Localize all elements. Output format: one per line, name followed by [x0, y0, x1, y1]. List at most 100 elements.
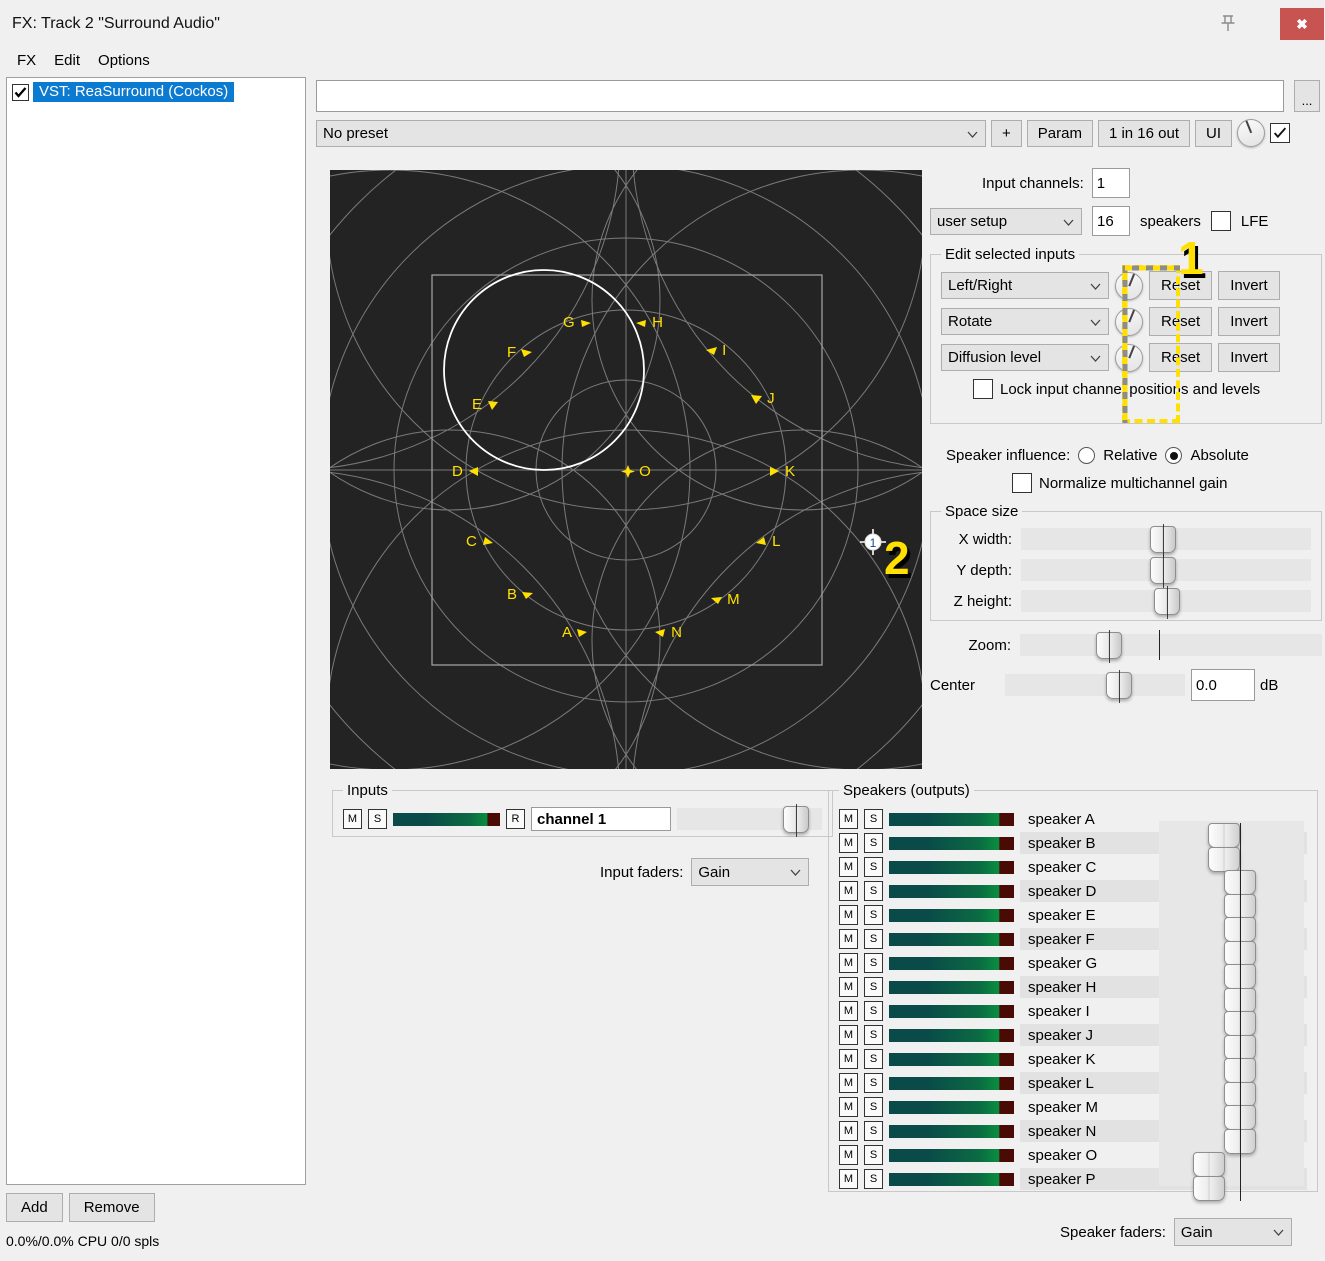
- speaker-solo-button[interactable]: S: [864, 953, 883, 973]
- menu-fx[interactable]: FX: [8, 50, 45, 71]
- speaker-solo-button[interactable]: S: [864, 833, 883, 853]
- speaker-mute-button[interactable]: M: [839, 905, 858, 925]
- panner-input-marker[interactable]: 1: [864, 533, 883, 552]
- input-mute-button[interactable]: M: [343, 809, 362, 829]
- param-button[interactable]: Param: [1027, 120, 1093, 147]
- input-channels-input[interactable]: 1: [1092, 168, 1130, 198]
- speaker-marker-I[interactable]: I: [705, 343, 726, 358]
- speaker-mute-button[interactable]: M: [839, 1169, 858, 1189]
- speaker-solo-button[interactable]: S: [864, 1049, 883, 1069]
- speaker-solo-button[interactable]: S: [864, 1073, 883, 1093]
- speaker-faders-column[interactable]: [1159, 821, 1304, 1186]
- leftright-param-dropdown[interactable]: Left/Right: [941, 272, 1109, 299]
- normalize-gain-checkbox[interactable]: [1012, 473, 1032, 493]
- input-gain-slider[interactable]: [677, 808, 822, 830]
- speaker-marker-F[interactable]: F: [507, 345, 533, 360]
- speaker-marker-M[interactable]: M: [710, 592, 740, 607]
- speaker-solo-button[interactable]: S: [864, 1025, 883, 1045]
- bypass-checkbox[interactable]: [1270, 123, 1290, 143]
- influence-relative-radio[interactable]: [1078, 447, 1095, 464]
- rotate-param-dropdown[interactable]: Rotate: [941, 308, 1109, 335]
- speaker-solo-button[interactable]: S: [864, 857, 883, 877]
- speaker-marker-D[interactable]: D: [452, 464, 480, 479]
- speaker-mute-button[interactable]: M: [839, 953, 858, 973]
- input-solo-button[interactable]: S: [368, 809, 387, 829]
- speaker-marker-L[interactable]: L: [755, 534, 781, 549]
- speaker-fader-thumb[interactable]: [1193, 1152, 1225, 1177]
- speaker-faders-dropdown[interactable]: Gain: [1174, 1218, 1292, 1246]
- pin-icon[interactable]: [1216, 12, 1240, 36]
- speaker-marker-O[interactable]: O: [621, 464, 651, 479]
- speaker-marker-A[interactable]: A: [562, 625, 588, 640]
- speaker-solo-button[interactable]: S: [864, 809, 883, 829]
- lock-positions-checkbox[interactable]: [973, 379, 993, 399]
- setup-dropdown[interactable]: user setup: [930, 208, 1082, 235]
- speaker-fader-thumb[interactable]: [1208, 847, 1240, 872]
- speaker-marker-H[interactable]: H: [635, 315, 663, 330]
- speaker-marker-J[interactable]: J: [750, 391, 775, 406]
- lfe-checkbox[interactable]: [1211, 211, 1231, 231]
- speaker-solo-button[interactable]: S: [864, 905, 883, 925]
- speaker-solo-button[interactable]: S: [864, 1097, 883, 1117]
- rotate-reset-button[interactable]: Reset: [1149, 307, 1212, 336]
- speaker-marker-C[interactable]: C: [466, 534, 494, 549]
- remove-button[interactable]: Remove: [69, 1193, 155, 1222]
- fx-list-item[interactable]: VST: ReaSurround (Cockos): [10, 81, 302, 103]
- speaker-solo-button[interactable]: S: [864, 977, 883, 997]
- speaker-marker-B[interactable]: B: [507, 587, 534, 602]
- speaker-mute-button[interactable]: M: [839, 1145, 858, 1165]
- speaker-mute-button[interactable]: M: [839, 1097, 858, 1117]
- menu-edit[interactable]: Edit: [45, 50, 89, 71]
- wet-dry-knob[interactable]: [1237, 119, 1265, 147]
- input-faders-dropdown[interactable]: Gain: [691, 858, 809, 886]
- rotate-invert-button[interactable]: Invert: [1218, 307, 1280, 336]
- center-value-input[interactable]: 0.0: [1191, 669, 1255, 701]
- speaker-solo-button[interactable]: S: [864, 1001, 883, 1021]
- diffusion-reset-button[interactable]: Reset: [1149, 343, 1212, 372]
- speaker-solo-button[interactable]: S: [864, 1169, 883, 1189]
- ui-button[interactable]: UI: [1195, 120, 1232, 147]
- speaker-mute-button[interactable]: M: [839, 977, 858, 997]
- diffusion-knob[interactable]: [1115, 344, 1143, 372]
- speaker-mute-button[interactable]: M: [839, 1025, 858, 1045]
- fx-list[interactable]: VST: ReaSurround (Cockos): [6, 77, 306, 1185]
- close-button[interactable]: ✖: [1280, 8, 1324, 40]
- speaker-mute-button[interactable]: M: [839, 1001, 858, 1021]
- diffusion-invert-button[interactable]: Invert: [1218, 343, 1280, 372]
- preset-dropdown[interactable]: No preset: [316, 120, 986, 147]
- fx-enable-checkbox[interactable]: [12, 84, 29, 101]
- speaker-solo-button[interactable]: S: [864, 1121, 883, 1141]
- z-height-slider[interactable]: [1021, 590, 1311, 612]
- input-record-button[interactable]: R: [506, 809, 525, 829]
- y-depth-slider[interactable]: [1021, 559, 1311, 581]
- speaker-fader-thumb[interactable]: [1193, 1176, 1225, 1201]
- speaker-marker-K[interactable]: K: [768, 464, 795, 479]
- speaker-marker-E[interactable]: E: [472, 397, 499, 412]
- speaker-mute-button[interactable]: M: [839, 809, 858, 829]
- preset-name-input[interactable]: [316, 80, 1284, 112]
- speaker-mute-button[interactable]: M: [839, 929, 858, 949]
- speaker-marker-N[interactable]: N: [654, 625, 682, 640]
- speaker-mute-button[interactable]: M: [839, 1073, 858, 1093]
- leftright-invert-button[interactable]: Invert: [1218, 271, 1280, 300]
- speaker-solo-button[interactable]: S: [864, 929, 883, 949]
- speaker-mute-button[interactable]: M: [839, 833, 858, 853]
- diffusion-param-dropdown[interactable]: Diffusion level: [941, 344, 1109, 371]
- speaker-mute-button[interactable]: M: [839, 1049, 858, 1069]
- add-preset-button[interactable]: +: [991, 120, 1022, 147]
- leftright-knob[interactable]: [1115, 272, 1143, 300]
- speaker-solo-button[interactable]: S: [864, 881, 883, 901]
- rotate-knob[interactable]: [1115, 308, 1143, 336]
- influence-absolute-radio[interactable]: [1165, 447, 1182, 464]
- input-channel-name-input[interactable]: channel 1: [531, 807, 671, 831]
- more-options-button[interactable]: ...: [1294, 80, 1320, 112]
- speakers-count-input[interactable]: 16: [1092, 206, 1130, 236]
- speaker-marker-G[interactable]: G: [563, 315, 592, 330]
- center-slider[interactable]: [1005, 674, 1185, 696]
- add-button[interactable]: Add: [6, 1193, 63, 1222]
- zoom-slider[interactable]: [1020, 634, 1322, 656]
- speaker-solo-button[interactable]: S: [864, 1145, 883, 1165]
- speaker-mute-button[interactable]: M: [839, 881, 858, 901]
- x-width-slider[interactable]: [1021, 528, 1311, 550]
- menu-options[interactable]: Options: [89, 50, 159, 71]
